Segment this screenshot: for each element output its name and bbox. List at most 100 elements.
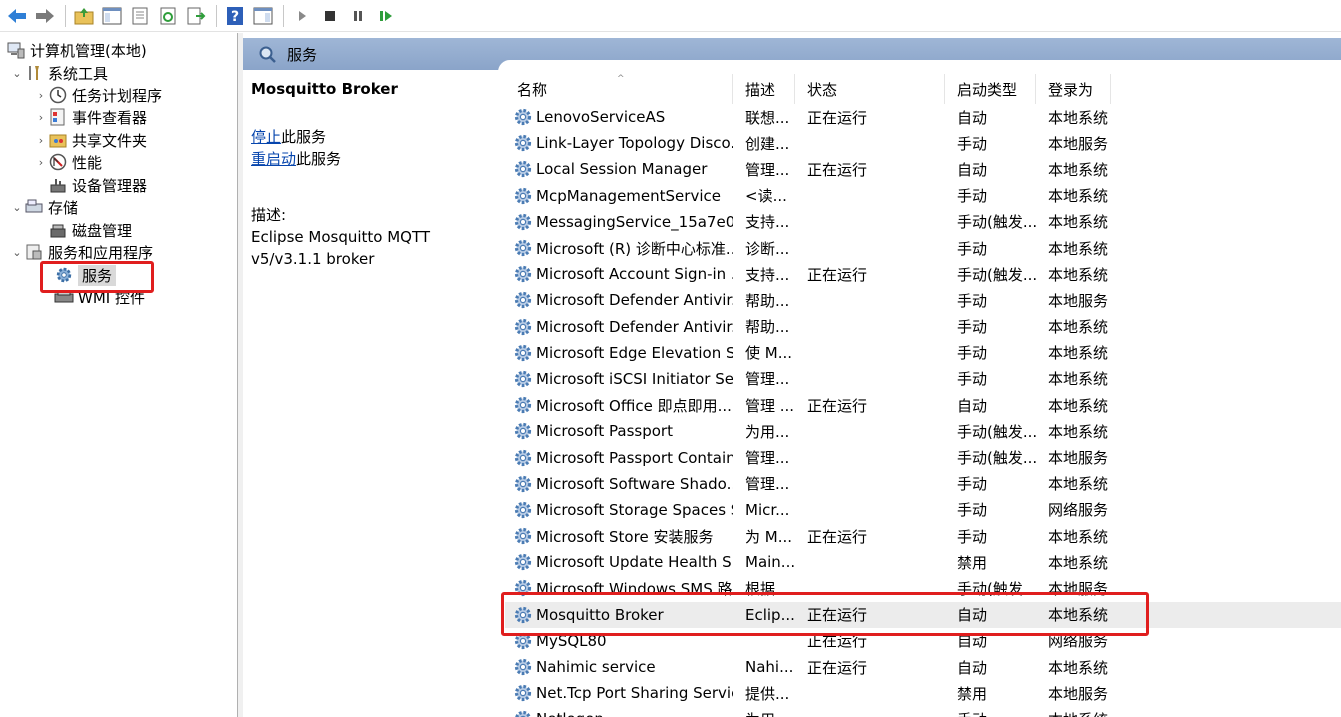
table-row[interactable]: Microsoft iSCSI Initiator Ser... 管理... 手动 本… (505, 366, 1341, 392)
cell-start: 自动 (957, 396, 988, 415)
tree-node-shared-folders[interactable]: › 共享文件夹 (34, 129, 147, 151)
tree-node-root[interactable]: 计算机管理(本地) (6, 39, 147, 61)
pause-service-icon[interactable] (347, 5, 369, 27)
cell-name: Microsoft Passport (505, 421, 733, 441)
restart-service-link[interactable]: 重启动 (251, 150, 296, 168)
cell-login: 本地服务 (1048, 449, 1109, 468)
cell-name: Microsoft Passport Container (505, 448, 733, 468)
tree-node-event-viewer[interactable]: › 事件查看器 (34, 106, 147, 128)
table-row[interactable]: Microsoft Defender Antivir... 帮助... 手动 本地系统 (505, 314, 1341, 340)
table-row[interactable]: Link-Layer Topology Disco... 创建... 手动 本地服务 (505, 130, 1341, 156)
table-row[interactable]: Microsoft Passport 为用... 手动(触发... 本地系统 (505, 418, 1341, 444)
show-hide-tree-icon[interactable] (101, 5, 123, 27)
tree-node-disk-management[interactable]: 磁盘管理 (48, 219, 132, 241)
refresh-icon[interactable] (157, 5, 179, 27)
tree-label: 共享文件夹 (72, 131, 148, 150)
cell-login: 本地服务 (1048, 684, 1109, 703)
forward-icon[interactable] (34, 5, 56, 27)
table-row[interactable]: Microsoft Storage Spaces S... Micr... 手动 网络… (505, 497, 1341, 523)
chevron-down-icon[interactable]: ⌄ (10, 67, 24, 80)
tree-node-services-apps[interactable]: ⌄ 服务和应用程序 (10, 241, 153, 263)
tree-node-storage[interactable]: ⌄ 存储 (10, 196, 78, 218)
cell-name: Microsoft Account Sign-in ... (505, 264, 733, 284)
up-folder-icon[interactable] (73, 5, 95, 27)
gear-icon (514, 606, 532, 623)
cell-name: Microsoft Defender Antivir... (505, 317, 733, 337)
show-hide-action-pane-icon[interactable] (252, 5, 274, 27)
table-row[interactable]: Microsoft Software Shado... 管理... 手动 本地系统 (505, 471, 1341, 497)
chevron-down-icon[interactable]: ⌄ (10, 201, 24, 214)
table-row[interactable]: Microsoft Defender Antivir... 帮助... 手动 本地服务 (505, 287, 1341, 313)
table-row[interactable]: Microsoft Passport Container 管理... 手动(触发..… (505, 444, 1341, 470)
resume-service-icon[interactable] (375, 5, 397, 27)
chevron-right-icon[interactable]: › (34, 134, 48, 147)
properties-icon[interactable] (129, 5, 151, 27)
description-label: 描述: (251, 206, 287, 224)
back-icon[interactable] (6, 5, 28, 27)
cell-desc: 支持... (745, 265, 790, 284)
tree-node-system-tools[interactable]: ⌄ 系统工具 (10, 62, 108, 84)
computer-management-icon (6, 40, 26, 60)
cell-state: 正在运行 (807, 396, 868, 415)
column-header-description[interactable]: 描述 (733, 74, 795, 104)
cell-state: 正在运行 (807, 108, 868, 127)
clock-icon (48, 85, 68, 105)
tree-node-device-manager[interactable]: 设备管理器 (48, 174, 147, 196)
cell-start: 手动 (957, 370, 988, 389)
table-row[interactable]: Microsoft Update Health S... Main... 禁用 本地系… (505, 549, 1341, 575)
table-row[interactable]: Microsoft (R) 诊断中心标准... 诊断... 手动 本地系统 (505, 235, 1341, 261)
column-header-name[interactable]: 名称 ^ (505, 74, 733, 104)
toolbar-separator (283, 4, 284, 27)
table-row[interactable]: Microsoft Edge Elevation S... 使 M... 手动 本地系… (505, 340, 1341, 366)
stop-service-icon[interactable] (319, 5, 341, 27)
table-row[interactable]: Microsoft Office 即点即用... 管理 ... 正在运行 自动 本地系统 (505, 392, 1341, 418)
cell-start: 禁用 (957, 684, 988, 703)
table-row[interactable]: Netlogon 为用... 手动本地系统 (505, 706, 1341, 717)
tree-node-wmi[interactable]: WMI 控件 (54, 286, 145, 308)
toolbar: ? (0, 0, 1341, 32)
tree-label: 性能 (72, 153, 103, 172)
chevron-right-icon[interactable]: › (34, 89, 48, 102)
service-name: MySQL80 (536, 631, 607, 650)
table-row[interactable]: Microsoft Windows SMS 路... 根据... 手动(触发... 本… (505, 575, 1341, 601)
cell-state: 正在运行 (807, 527, 868, 546)
column-header-status[interactable]: 状态 (795, 74, 945, 104)
chevron-down-icon[interactable]: ⌄ (10, 246, 24, 259)
toolbar-separator (216, 4, 217, 27)
help-icon[interactable]: ? (224, 5, 246, 27)
cell-desc: 诊断... (745, 239, 790, 258)
cell-desc: 为用... (745, 422, 790, 441)
column-label: 启动类型 (957, 80, 1018, 99)
search-icon (257, 44, 277, 64)
tree-label: WMI 控件 (78, 288, 145, 307)
cell-login: 本地系统 (1048, 527, 1109, 546)
table-row[interactable]: LenovoServiceAS 联想... 正在运行 自动 本地系统 (505, 104, 1341, 130)
sort-ascending-icon: ^ (617, 74, 625, 84)
tree-node-task-scheduler[interactable]: › 任务计划程序 (34, 84, 162, 106)
stop-service-link[interactable]: 停止 (251, 128, 281, 146)
table-row[interactable]: Local Session Manager 管理... 正在运行 自动 本地系统 (505, 156, 1341, 182)
start-service-icon[interactable] (291, 5, 313, 27)
column-header-startup-type[interactable]: 启动类型 (945, 74, 1036, 104)
chevron-right-icon[interactable]: › (34, 156, 48, 169)
cell-state: 正在运行 (807, 606, 868, 625)
restart-service-row: 重启动此服务 (251, 148, 490, 170)
table-row[interactable]: Mosquitto Broker Eclip... 正在运行 自动 本地系统 (505, 601, 1341, 628)
table-row[interactable]: Microsoft Store 安装服务 为 M... 正在运行 手动 本地系统 (505, 523, 1341, 549)
tree-node-performance[interactable]: › 性能 (34, 151, 102, 173)
export-list-icon[interactable] (185, 5, 207, 27)
tree-node-services[interactable]: 服务 (54, 264, 117, 286)
column-header-log-on-as[interactable]: 登录为 (1036, 74, 1111, 104)
cell-start: 手动(触发... (957, 213, 1036, 232)
table-row[interactable]: Net.Tcp Port Sharing Service 提供... 禁用 本地服务 (505, 680, 1341, 706)
services-table: 名称 ^ 描述 状态 启动类型 登录为 LenovoServiceAS 联想...… (505, 74, 1341, 717)
table-row[interactable]: Microsoft Account Sign-in ... 支持... 正在运行 手动… (505, 261, 1341, 287)
table-row[interactable]: MessagingService_15a7e0 支持... 手动(触发... 本地系统 (505, 209, 1341, 235)
table-row[interactable]: Nahimic service Nahi... 正在运行 自动 本地系统 (505, 654, 1341, 680)
chevron-right-icon[interactable]: › (34, 111, 48, 124)
tools-icon (24, 63, 44, 83)
list-tab-edge (498, 60, 1341, 74)
table-row[interactable]: McpManagementService <读... 手动 本地系统 (505, 183, 1341, 209)
cell-start: 手动(触发... (957, 579, 1036, 598)
table-row[interactable]: MySQL80 正在运行 自动 网络服务 (505, 628, 1341, 654)
